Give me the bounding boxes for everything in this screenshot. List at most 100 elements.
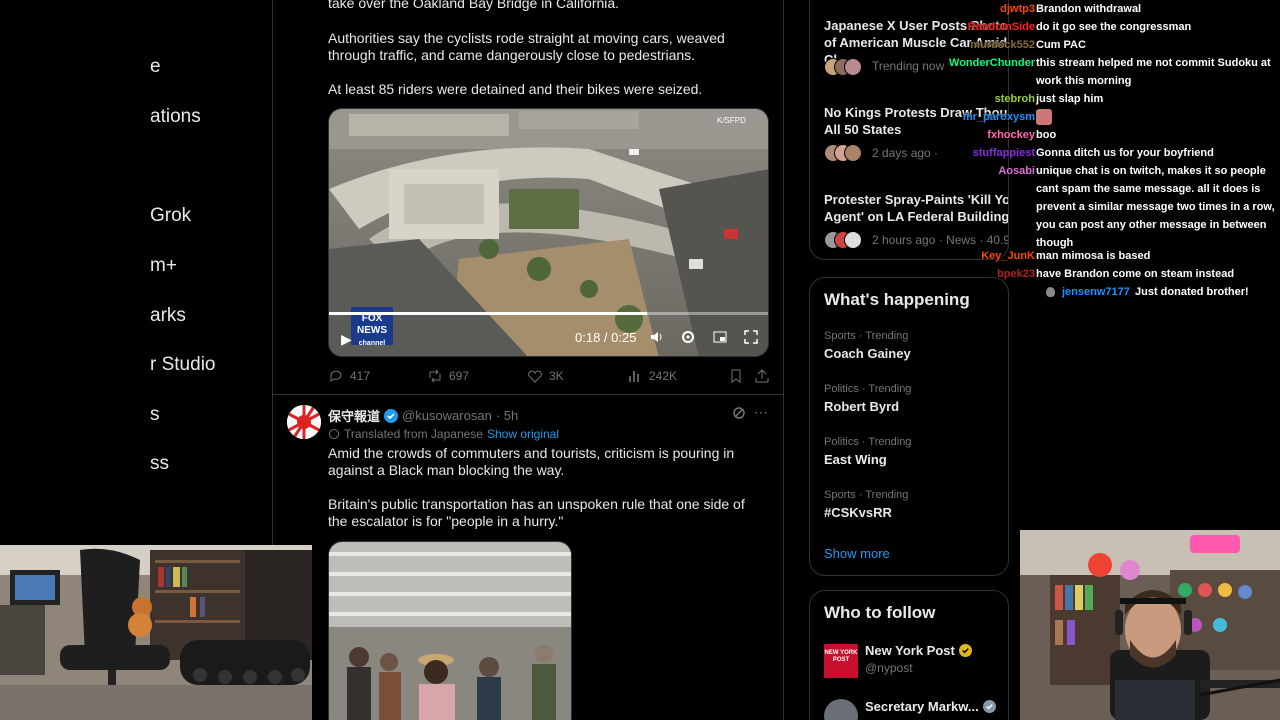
nav-item-bookmarks[interactable]: arks [150,305,186,327]
trend-name[interactable]: Coach Gainey [824,346,911,361]
nav-item-7[interactable]: s [150,404,160,426]
chat-text: Just donated brother! [1135,286,1249,298]
webcam-streamer [1020,530,1280,720]
room-camera-image [0,545,312,720]
author-name[interactable]: 保守報道 [328,406,380,425]
stream-chat-overlay: djwtp3 Brandon withdrawal RandomSide do … [905,0,1280,305]
tweet-time[interactable]: · 5h [496,408,518,423]
chat-text: have Brandon come on steam instead [1036,268,1235,280]
trend-name[interactable]: Robert Byrd [824,399,899,414]
verified-badge-icon [384,408,399,423]
show-original-link[interactable]: Show original [487,427,559,441]
tweet-text-paragraph: Amid the crowds of commuters and tourist… [328,445,735,478]
share-button[interactable] [754,368,770,384]
nav-item-premium[interactable]: m+ [150,255,177,277]
video-corner-text: K/SFPD [717,116,746,125]
avatar[interactable] [287,405,321,439]
trend-name[interactable]: #CSKvsRR [824,505,892,520]
views-button[interactable]: 242K [627,368,677,384]
chat-text: just slap him [1036,93,1104,105]
heart-icon [528,370,542,383]
nypost-logo-icon[interactable]: NEW YORK POST [824,644,858,678]
chat-text: man mimosa is based [1036,250,1151,262]
settings-gear-icon[interactable] [680,329,696,350]
nav-item-1[interactable]: e [150,56,161,78]
bookmark-icon [731,369,741,383]
nav-item-creator-studio[interactable]: r Studio [150,354,215,376]
grok-icon[interactable] [732,406,746,425]
rising-sun-flag-icon [287,405,321,439]
chat-text: boo [1036,129,1057,141]
follow-account-handle[interactable]: @nypost [865,661,913,675]
emote-icon [1036,109,1052,126]
tweet-text-paragraph: Britain's public transportation has an u… [328,496,745,529]
who-to-follow-heading: Who to follow [824,603,936,622]
reply-icon [330,370,342,382]
chat-username: jensenw7177 [1062,286,1130,298]
follow-account-name[interactable]: Secretary Markw... [865,699,979,714]
whats-happening-card: What's happening Sports · Trending Coach… [809,277,1009,576]
repost-icon [429,369,441,383]
show-more-link[interactable]: Show more [824,546,890,561]
gray-verified-badge-icon [982,700,996,713]
more-options-icon[interactable]: ⋯ [754,404,768,421]
follow-account-name[interactable]: New York Post [865,643,955,658]
author-handle[interactable]: @kusowarosan [402,408,492,423]
tweet-text-line: take over the Oakland Bay Bridge in Cali… [328,0,620,11]
avatar-stack [824,58,864,76]
tweet-text-paragraph: At least 85 riders were detained and the… [328,81,703,97]
nav-item-grok[interactable]: Grok [150,205,191,227]
chat-emote [1036,108,1276,126]
share-icon [755,369,769,383]
nav-item-notifications[interactable]: ations [150,106,201,128]
reply-button[interactable]: 417 [328,368,370,384]
tweet-author-line: 保守報道 @kusowarosan · 5h [328,406,518,425]
fullscreen-icon[interactable] [743,329,759,350]
chat-username: fxhockey [987,129,1035,141]
video-progress-track[interactable] [329,312,768,315]
volume-icon[interactable] [649,329,665,350]
trend-category: Sports · Trending [824,489,909,501]
trend-name[interactable]: East Wing [824,452,887,467]
chat-text: unique chat is on twitch, makes it so pe… [1036,165,1275,249]
aerial-bridge-image: K/SFPD [329,109,768,356]
avatar-stack [824,231,864,249]
tweet-text-paragraph: Authorities say the cyclists rode straig… [328,30,725,63]
follow-account-name-row: Secretary Markw... [865,699,996,714]
repost-button[interactable]: 697 [427,368,469,384]
avatar[interactable] [824,699,858,720]
translate-icon [329,429,339,439]
tweet-image[interactable] [328,541,572,720]
chat-username: murdock552 [970,39,1035,51]
chat-username: Key_JunK [981,250,1035,262]
bookmark-button[interactable] [728,368,744,384]
chat-username: stebroh [994,93,1035,105]
chat-username: RandomSide [967,21,1035,33]
chat-username: WonderChunder [949,57,1035,69]
tweet-divider [273,394,783,395]
escalator-photo [329,542,571,720]
video-time: 0:18 / 0:25 [575,330,637,345]
streamer-camera-image [1020,530,1280,720]
nav-item-more[interactable]: ss [150,453,169,475]
chat-username: djwtp3 [1000,3,1035,15]
chat-username: bpek23 [997,268,1035,280]
webcam-room-left [0,545,312,720]
chat-text: do it go see the congressman [1036,21,1192,33]
pip-icon[interactable] [712,329,728,350]
tweet-video[interactable]: K/SFPD FOX NEWS channel ▶ 0:18 / 0:25 [328,108,769,357]
chat-username: mr_paroxysm [962,111,1035,123]
chat-username: stuffappiest [972,147,1035,159]
translation-notice: Translated from Japanese Show original [328,427,559,441]
follow-account-name-row: New York Post [865,643,972,658]
chat-text: Cum PAC [1036,39,1086,51]
who-to-follow-card: Who to follow NEW YORK POST New York Pos… [809,590,1009,720]
chat-text: this stream helped me not commit Sudoku … [1036,57,1271,87]
like-button[interactable]: 3K [527,368,564,384]
trend-category: Politics · Trending [824,383,912,395]
chat-text: Gonna ditch us for your boyfriend [1036,147,1214,159]
play-icon[interactable]: ▶ [341,331,352,348]
views-chart-icon [629,371,639,382]
avatar-stack [824,144,864,162]
trend-category: Sports · Trending [824,330,909,342]
